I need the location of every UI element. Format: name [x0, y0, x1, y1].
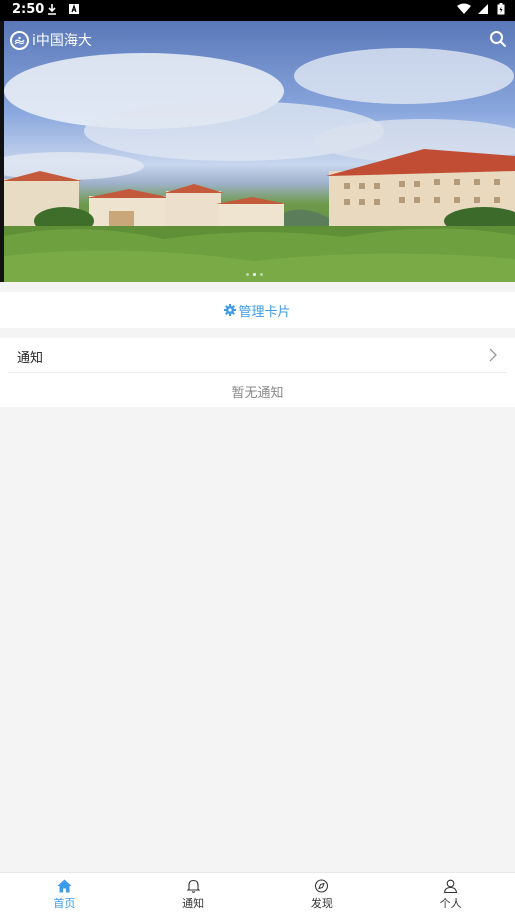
- home-icon: [57, 879, 72, 892]
- nav-notifications-label: 通知: [182, 896, 205, 910]
- nav-home[interactable]: 首页: [0, 873, 129, 916]
- notification-title: 通知: [17, 351, 44, 366]
- banner-pagination: [246, 273, 263, 276]
- wifi-icon: [456, 3, 471, 14]
- pagination-dot[interactable]: [246, 273, 249, 276]
- nav-notifications[interactable]: 通知: [129, 873, 258, 916]
- search-button[interactable]: [489, 30, 507, 48]
- bell-icon: [186, 879, 200, 893]
- status-time: 2:50: [12, 2, 45, 17]
- a-box-icon: [69, 4, 80, 14]
- person-icon: [444, 879, 458, 893]
- status-icons-left: [46, 3, 80, 19]
- bottom-nav: 首页 通知 发现 个人: [0, 872, 515, 916]
- app-brand: i中国海大: [10, 30, 92, 50]
- nav-discover[interactable]: 发现: [258, 873, 387, 916]
- status-icons-right: [456, 3, 505, 19]
- nav-profile-label: 个人: [439, 896, 462, 910]
- pagination-dot[interactable]: [260, 273, 263, 276]
- divider: [8, 372, 507, 373]
- gear-icon: [224, 304, 237, 316]
- manage-cards-label: 管理卡片: [238, 304, 291, 320]
- pagination-dot-active[interactable]: [253, 273, 256, 276]
- nav-home-label: 首页: [53, 896, 76, 910]
- download-icon: [48, 4, 56, 15]
- status-bar: 2:50: [0, 0, 515, 21]
- nav-profile[interactable]: 个人: [386, 873, 515, 916]
- ocean-university-logo-icon: [10, 30, 29, 50]
- compass-icon: [315, 878, 329, 893]
- notification-card: 通知 暂无通知: [0, 338, 515, 407]
- search-icon: [490, 31, 506, 47]
- nav-discover-label: 发现: [310, 896, 333, 910]
- campus-photo: [4, 48, 515, 282]
- notification-header[interactable]: 通知: [0, 338, 515, 372]
- notification-empty-text: 暂无通知: [231, 386, 284, 401]
- banner-image[interactable]: [4, 21, 515, 282]
- app-title: i中国海大: [32, 33, 92, 49]
- battery-icon: [497, 3, 505, 15]
- chevron-right-icon: [489, 347, 497, 366]
- signal-icon: [477, 4, 488, 14]
- manage-cards-button[interactable]: 管理卡片: [0, 292, 515, 328]
